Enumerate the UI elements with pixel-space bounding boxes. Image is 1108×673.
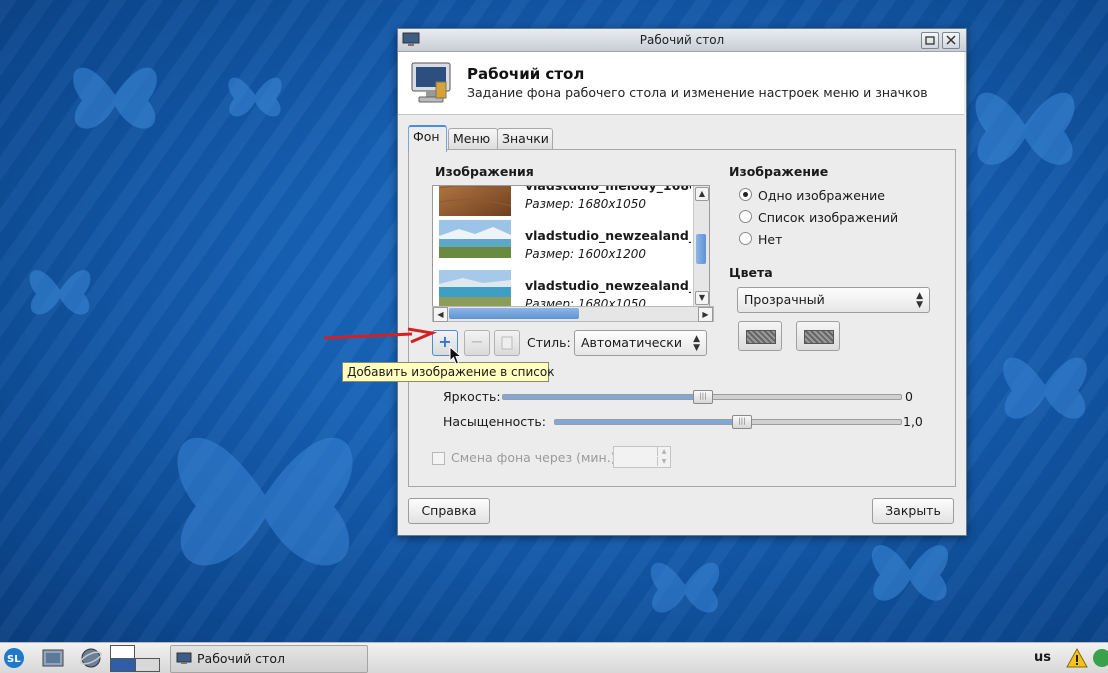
close-button[interactable]: Закрыть (872, 498, 954, 524)
workspace-1[interactable] (110, 645, 135, 659)
style-value: Автоматически (581, 335, 682, 350)
change-bg-checkbox[interactable] (432, 452, 445, 465)
image-thumbnail (439, 220, 511, 258)
background-panel: Изображения vladstudio_melody_1680x1 Раз… (408, 149, 956, 487)
images-label: Изображения (435, 164, 534, 179)
titlebar[interactable]: Рабочий стол (398, 29, 966, 52)
properties-button[interactable] (494, 330, 520, 356)
butterfly-decoration (177, 437, 353, 566)
scrollbar-thumb[interactable] (449, 308, 579, 319)
monitor-icon (176, 652, 192, 664)
image-mode-label: Изображение (729, 164, 829, 179)
change-bg-label: Смена фона через (мин.): (451, 450, 620, 465)
dialog-header: Рабочий стол Задание фона рабочего стола… (398, 52, 964, 115)
image-size: Размер: 1680x1050 (525, 197, 647, 211)
tab-menu[interactable]: Меню (448, 128, 498, 150)
colors-label: Цвета (729, 265, 773, 280)
keyboard-layout-indicator[interactable]: us (1034, 650, 1051, 665)
image-list-hscrollbar[interactable]: ◀ ▶ (432, 306, 714, 322)
chevron-up-icon[interactable]: ▲ (695, 187, 709, 201)
radio-none[interactable]: Нет (739, 232, 782, 247)
browser-icon[interactable] (80, 647, 102, 669)
tooltip: Добавить изображение в список (342, 362, 554, 382)
brightness-label: Яркость: (443, 389, 501, 404)
taskbar-window-title: Рабочий стол (197, 651, 285, 666)
remove-image-button[interactable]: − (464, 330, 490, 356)
taskbar: SL Рабочий стол us (0, 642, 1108, 673)
style-label: Стиль: (527, 335, 571, 350)
workspace-2[interactable] (135, 658, 160, 672)
maximize-icon[interactable] (921, 32, 939, 49)
brightness-slider[interactable]: ||| (502, 390, 902, 404)
style-select[interactable]: Автоматически ▲ ▼ (574, 330, 707, 356)
butterfly-decoration (1003, 357, 1087, 419)
change-bg-spinner[interactable]: ▲ ▼ (613, 446, 671, 468)
image-thumbnail (439, 186, 511, 216)
slider-handle[interactable]: ||| (693, 390, 713, 404)
taskbar-window-button[interactable]: Рабочий стол (170, 645, 368, 673)
close-icon[interactable] (942, 32, 960, 49)
help-button[interactable]: Справка (408, 498, 490, 524)
monitor-icon (411, 62, 451, 103)
list-item[interactable]: vladstudio_newzealand_lak Размер: 1680x1… (433, 266, 691, 306)
image-list[interactable]: vladstudio_melody_1680x1 Размер: 1680x10… (432, 185, 710, 307)
color-button-2[interactable] (796, 321, 840, 351)
minus-icon: − (470, 332, 484, 351)
chevron-up-icon[interactable]: ▲ (657, 447, 670, 456)
document-icon (501, 336, 513, 350)
butterfly-decoration (228, 77, 282, 117)
red-arrow-annotation (323, 327, 437, 344)
image-list-vscrollbar[interactable]: ▲ ▼ (693, 186, 709, 306)
image-name: vladstudio_newzealand_lak (525, 228, 691, 243)
tab-icons[interactable]: Значки (497, 128, 553, 150)
warning-icon[interactable] (1066, 647, 1088, 669)
butterfly-decoration (73, 67, 157, 129)
chevron-down-icon[interactable]: ▼ (657, 457, 670, 466)
window-title: Рабочий стол (639, 33, 725, 47)
radio-image-list[interactable]: Список изображений (739, 210, 898, 225)
colors-select[interactable]: Прозрачный ▲ ▼ (737, 287, 930, 313)
show-desktop-icon[interactable] (42, 649, 64, 667)
brightness-value: 0 (905, 389, 913, 404)
colors-value: Прозрачный (744, 292, 825, 307)
saturation-value: 1,0 (903, 414, 923, 429)
header-subtitle: Задание фона рабочего стола и изменение … (467, 85, 928, 100)
saturation-slider[interactable]: ||| (554, 415, 902, 429)
butterfly-decoration (29, 270, 91, 315)
radio-single-image[interactable]: Одно изображение (739, 188, 885, 203)
chevron-down-icon: ▼ (916, 300, 923, 310)
chevron-right-icon[interactable]: ▶ (698, 307, 713, 322)
slider-handle[interactable]: ||| (732, 415, 752, 429)
butterfly-decoration (975, 92, 1075, 165)
list-item[interactable]: vladstudio_melody_1680x1 Размер: 1680x10… (433, 185, 691, 216)
chevron-down-icon[interactable]: ▼ (695, 291, 709, 305)
chevron-left-icon[interactable]: ◀ (433, 307, 448, 322)
mouse-cursor-icon (449, 346, 463, 365)
workspace-pager[interactable] (110, 645, 160, 672)
header-title: Рабочий стол (467, 65, 585, 83)
sl-logo-icon[interactable]: SL (3, 647, 25, 669)
desktop-settings-dialog: Рабочий стол Рабочий стол Задание фона р… (397, 28, 967, 536)
butterfly-decoration (650, 562, 720, 613)
scrollbar-thumb[interactable] (696, 234, 706, 264)
image-name: vladstudio_newzealand_lak (525, 278, 691, 293)
chevron-down-icon: ▼ (693, 343, 700, 353)
network-icon[interactable] (1090, 647, 1108, 669)
saturation-label: Насыщенность: (443, 414, 546, 429)
image-name: vladstudio_melody_1680x1 (525, 185, 691, 193)
image-size: Размер: 1600x1200 (525, 247, 647, 261)
image-thumbnail (439, 270, 511, 306)
color-button-1[interactable] (738, 321, 782, 351)
list-item[interactable]: vladstudio_newzealand_lak Размер: 1600x1… (433, 216, 691, 266)
svg-text:SL: SL (7, 654, 21, 665)
tab-background[interactable]: Фон (408, 125, 447, 152)
workspace-3[interactable] (110, 658, 136, 672)
